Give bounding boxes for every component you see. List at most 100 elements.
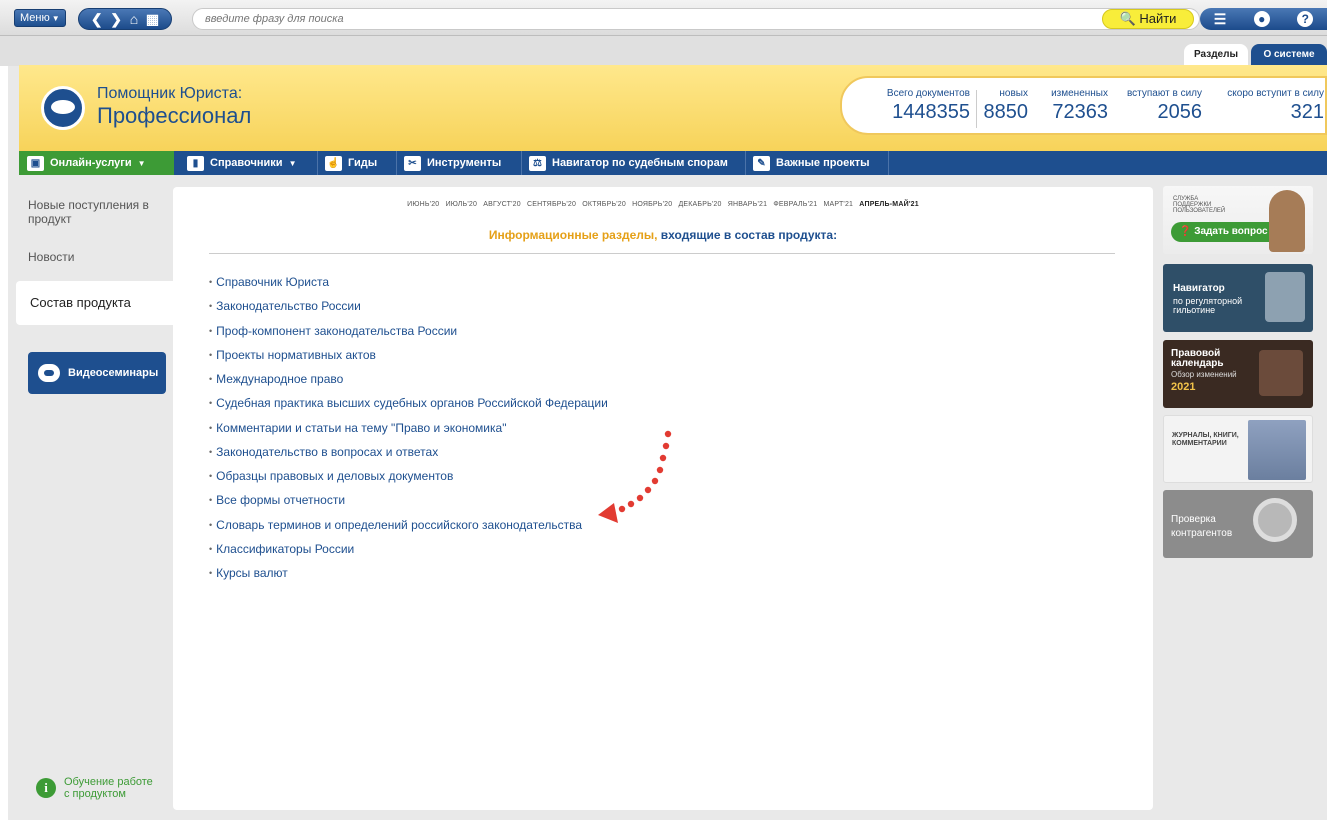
section-title: Информационные разделы, входящие в соста… bbox=[173, 228, 1153, 242]
chevron-down-icon: ▼ bbox=[288, 158, 297, 168]
stat-changed[interactable]: измененных 72363 bbox=[1040, 88, 1108, 124]
list-item[interactable]: Справочник Юриста bbox=[209, 275, 608, 299]
journals-label: ЖУРНАЛЫ, КНИГИ, КОММЕНТАРИИ bbox=[1172, 432, 1239, 447]
books-image bbox=[1248, 420, 1306, 480]
month-link[interactable]: НОЯБРЬ'20 bbox=[632, 201, 672, 208]
stat-value: 2056 bbox=[1157, 101, 1203, 123]
guillotine-title: Навигатор bbox=[1173, 283, 1225, 294]
webinars-label: Видеосеминары bbox=[68, 367, 159, 379]
directories-button[interactable]: ▮ Справочники ▼ bbox=[181, 151, 318, 175]
month-link[interactable]: ДЕКАБРЬ'20 bbox=[678, 201, 721, 208]
sidebar-item-news[interactable]: Новости bbox=[28, 250, 74, 264]
counterparty-check-banner[interactable]: Проверка контрагентов bbox=[1163, 490, 1313, 558]
menu-button[interactable]: Меню ▼ bbox=[14, 9, 66, 27]
list-item[interactable]: Словарь терминов и определений российско… bbox=[209, 518, 608, 542]
journals-banner[interactable]: ЖУРНАЛЫ, КНИГИ, КОММЕНТАРИИ bbox=[1163, 415, 1313, 483]
month-link[interactable]: ОКТЯБРЬ'20 bbox=[582, 201, 626, 208]
list-item[interactable]: Проекты нормативных актов bbox=[209, 348, 608, 372]
month-link[interactable]: МАРТ'21 bbox=[823, 201, 853, 208]
tab-about[interactable]: О системе bbox=[1251, 44, 1327, 65]
ask-question-button[interactable]: ❓ Задать вопрос bbox=[1171, 222, 1281, 242]
tools-button[interactable]: ✂ Инструменты bbox=[398, 151, 522, 175]
help-icon[interactable]: ? bbox=[1297, 11, 1314, 27]
learn-link[interactable]: i Обучение работе с продуктом bbox=[36, 776, 154, 800]
find-button[interactable]: 🔍 Найти bbox=[1102, 9, 1194, 29]
list-item[interactable]: Курсы валют bbox=[209, 566, 608, 590]
month-strip: ИЮНЬ'20 ИЮЛЬ'20 АВГУСТ'20 СЕНТЯБРЬ'20 ОК… bbox=[173, 201, 1153, 208]
calendar-subtitle: Обзор изменений bbox=[1171, 370, 1237, 379]
monitor-icon: ▣ bbox=[27, 155, 44, 171]
calendar-year: 2021 bbox=[1171, 381, 1196, 393]
list-item[interactable]: Законодательство в вопросах и ответах bbox=[209, 445, 608, 469]
tab-sections[interactable]: Разделы bbox=[1184, 44, 1248, 65]
guides-button[interactable]: ☝ Гиды bbox=[319, 151, 397, 175]
section-title-rest: входящие в состав продукта: bbox=[657, 228, 838, 242]
month-link[interactable]: ИЮЛЬ'20 bbox=[446, 201, 478, 208]
list-item[interactable]: Законодательство России bbox=[209, 299, 608, 323]
home-icon[interactable]: ⌂ bbox=[130, 11, 138, 27]
tools-icon: ✂ bbox=[404, 155, 421, 171]
list-item[interactable]: Международное право bbox=[209, 372, 608, 396]
month-link[interactable]: ЯНВАРЬ'21 bbox=[728, 201, 767, 208]
list-item[interactable]: Все формы отчетности bbox=[209, 493, 608, 517]
stat-total[interactable]: Всего документов 1448355 bbox=[862, 88, 970, 124]
stat-effective[interactable]: вступают в силу 2056 bbox=[1120, 88, 1202, 124]
stats-panel: Всего документов 1448355 новых 8850 изме… bbox=[840, 76, 1327, 135]
hamburger-icon[interactable]: ☰ bbox=[1214, 11, 1227, 28]
court-navigator-button[interactable]: ⚖ Навигатор по судебным спорам bbox=[523, 151, 746, 175]
list-item[interactable]: Проф-компонент законодательства России bbox=[209, 324, 608, 348]
person-pointing-icon: ☝ bbox=[325, 155, 342, 171]
ask-label: Задать вопрос bbox=[1194, 226, 1268, 237]
back-icon[interactable]: ❮ bbox=[91, 11, 103, 28]
online-services-button[interactable]: ▣ Онлайн-услуги ▼ bbox=[19, 151, 174, 175]
brand-line1: Помощник Юриста: bbox=[97, 85, 243, 102]
help-icon: ❓ bbox=[1179, 226, 1192, 237]
list-item[interactable]: Комментарии и статьи на тему "Право и эк… bbox=[209, 421, 608, 445]
month-link[interactable]: ФЕВРАЛЬ'21 bbox=[773, 201, 817, 208]
stat-label: новых bbox=[999, 88, 1028, 99]
important-projects-button[interactable]: ✎ Важные проекты bbox=[747, 151, 889, 175]
graduation-cap-icon bbox=[41, 86, 85, 130]
chevron-down-icon: ▼ bbox=[51, 14, 60, 23]
list-item[interactable]: Классификаторы России bbox=[209, 542, 608, 566]
list-item[interactable]: Образцы правовых и деловых документов bbox=[209, 469, 608, 493]
support-person-image bbox=[1269, 190, 1305, 252]
stat-soon-effective[interactable]: скоро вступит в силу 321 bbox=[1212, 88, 1324, 124]
book-icon: ▮ bbox=[187, 155, 204, 171]
stat-label: вступают в силу bbox=[1126, 88, 1202, 99]
search-icon: 🔍 bbox=[1119, 11, 1136, 26]
calendar-title: Правовой календарь bbox=[1171, 348, 1224, 369]
forward-icon[interactable]: ❯ bbox=[110, 11, 122, 28]
right-button-group: ☰ ● ? bbox=[1200, 8, 1327, 30]
legal-calendar-banner[interactable]: Правовой календарь Обзор изменений 2021 bbox=[1163, 340, 1313, 408]
chat-bubble-icon bbox=[38, 364, 60, 382]
brand-line2: Профессионал bbox=[97, 103, 252, 128]
user-icon[interactable]: ● bbox=[1253, 11, 1270, 27]
list-item[interactable]: Судебная практика высших судебных органо… bbox=[209, 396, 608, 420]
stat-value: 72363 bbox=[1052, 101, 1108, 123]
guillotine-navigator-banner[interactable]: Навигатор по регуляторной гильотине bbox=[1163, 264, 1313, 332]
directories-label: Справочники bbox=[210, 157, 283, 169]
stat-label: измененных bbox=[1051, 88, 1108, 99]
divider bbox=[209, 253, 1115, 254]
sidebar-item-product[interactable]: Состав продукта bbox=[16, 281, 173, 325]
navigator-label: Навигатор по судебным спорам bbox=[552, 157, 728, 169]
stat-label: Всего документов bbox=[886, 88, 970, 99]
webinars-button[interactable]: Видеосеминары bbox=[28, 352, 166, 394]
tools-label: Инструменты bbox=[427, 157, 502, 169]
stat-label: скоро вступит в силу bbox=[1227, 88, 1324, 99]
projects-label: Важные проекты bbox=[776, 157, 870, 169]
chevron-down-icon: ▼ bbox=[137, 158, 146, 168]
search-input[interactable] bbox=[205, 10, 1085, 28]
menu-label: Меню bbox=[20, 12, 50, 24]
grid-icon[interactable]: ▦ bbox=[146, 11, 159, 28]
month-link[interactable]: АВГУСТ'20 bbox=[483, 201, 521, 208]
month-link[interactable]: СЕНТЯБРЬ'20 bbox=[527, 201, 576, 208]
stat-new[interactable]: новых 8850 bbox=[982, 88, 1029, 124]
header-banner: Помощник Юриста: Профессионал Всего доку… bbox=[19, 65, 1327, 151]
month-link-current[interactable]: АПРЕЛЬ-МАЙ'21 bbox=[859, 201, 919, 208]
search-box bbox=[192, 8, 1200, 30]
support-banner[interactable]: СЛУЖБА ПОДДЕРЖКИ ПОЛЬЗОВАТЕЛЕЙ ❓ Задать … bbox=[1163, 186, 1313, 254]
sidebar-item-new-arrivals[interactable]: Новые поступления в продукт bbox=[28, 198, 158, 226]
month-link[interactable]: ИЮНЬ'20 bbox=[407, 201, 439, 208]
